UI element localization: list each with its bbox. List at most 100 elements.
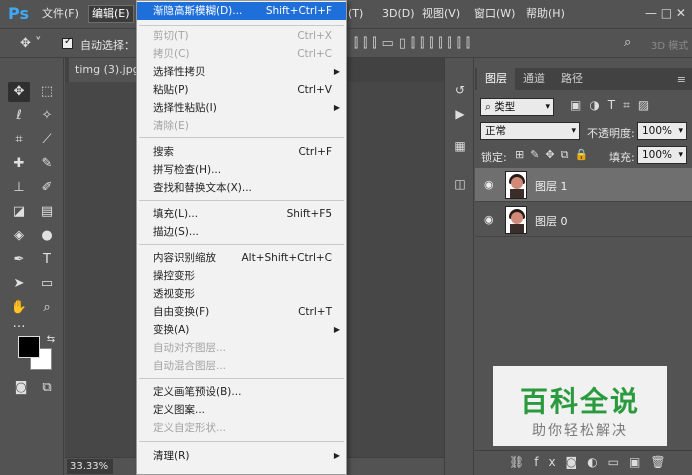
swap-colors-icon[interactable]: ⇆ <box>40 330 62 350</box>
layer-name: 图层 0 <box>535 215 568 228</box>
menu-item-free-transform[interactable]: 自由变换(F) Ctrl+T <box>137 303 346 321</box>
zoom-icon[interactable]: ⌕ <box>36 298 58 318</box>
menu-help[interactable]: 帮助(H) <box>526 6 565 22</box>
menu-item-paste[interactable]: 粘贴(P) Ctrl+V <box>137 81 346 99</box>
menu-item-label: 描边(S)... <box>153 226 199 238</box>
menu-item-paste-special[interactable]: 选择性粘贴(I) ▶ <box>137 99 346 117</box>
menu-item-shortcut: Alt+Shift+Ctrl+C <box>241 252 333 264</box>
filter-type-icons[interactable]: ▣◑T⌗▨ <box>570 98 657 113</box>
magic-wand-icon[interactable]: ✧ <box>36 106 58 126</box>
type-icon[interactable]: T <box>36 250 58 270</box>
more-tools-icon[interactable]: … <box>8 314 30 334</box>
blend-mode-select[interactable]: 正常 ▾ <box>480 122 580 140</box>
rectangle-icon[interactable]: ▭ <box>36 274 58 294</box>
menu-item-copy-special[interactable]: 选择性拷贝 ▶ <box>137 63 346 81</box>
move-tool-icon[interactable]: ✥ ˅ <box>20 36 42 51</box>
menu-item-label: 自动对齐图层... <box>153 342 227 354</box>
menu-item-label: 定义画笔预设(B)... <box>153 386 242 398</box>
actions-play-icon[interactable]: ▶ <box>452 106 468 122</box>
menu-item-define-pattern[interactable]: 定义图案... <box>137 401 346 419</box>
menu-window[interactable]: 窗口(W) <box>474 6 515 22</box>
clone-stamp-icon[interactable]: ⊥ <box>8 178 30 198</box>
healing-brush-icon[interactable]: ✚ <box>8 154 30 174</box>
tab-layers[interactable]: 图层 <box>477 68 515 90</box>
dodge-icon[interactable]: ● <box>36 226 58 246</box>
history-brush-icon[interactable]: ✐ <box>36 178 58 198</box>
history-icon[interactable]: ↺ <box>452 82 468 98</box>
menu-item-copy[interactable]: 拷贝(C) Ctrl+C <box>137 45 346 63</box>
3d-mode-label[interactable]: 3D 模式 <box>651 37 688 52</box>
menu-separator <box>139 200 344 201</box>
menu-item-define-custom-shape[interactable]: 定义自定形状... <box>137 419 346 437</box>
gradient-icon[interactable]: ▤ <box>36 202 58 222</box>
menu-item-fade-gaussian-blur[interactable]: 渐隐高斯模糊(D)... Shift+Ctrl+F <box>137 2 346 20</box>
layer-actions-icons[interactable]: ⛓fx◙◐▭▣🗑 <box>509 455 676 469</box>
menu-edit[interactable]: 编辑(E) <box>88 5 134 23</box>
menu-item-define-brush[interactable]: 定义画笔预设(B)... <box>137 383 346 401</box>
layer-thumbnail <box>505 206 527 234</box>
lasso-icon[interactable]: ℓ <box>8 106 30 126</box>
brush-icon[interactable]: ✎ <box>36 154 58 174</box>
filter-kind-select[interactable]: ⌕ 类型 ▾ <box>480 98 554 116</box>
menu-item-label: 透视变形 <box>153 288 195 300</box>
auto-select-checkbox[interactable] <box>62 36 73 49</box>
menu-item-fill[interactable]: 填充(L)... Shift+F5 <box>137 205 346 223</box>
properties-icon[interactable]: ▦ <box>452 138 468 154</box>
zoom-level[interactable]: 33.33% <box>67 459 113 474</box>
visibility-eye-icon[interactable]: ◉ <box>484 213 494 226</box>
screen-mode-icon[interactable]: ⧉ <box>36 378 58 398</box>
menu-item-label: 操控变形 <box>153 270 195 282</box>
fill-field[interactable]: 100% ▾ <box>637 146 687 164</box>
tab-paths[interactable]: 路径 <box>553 68 591 90</box>
opacity-field[interactable]: 100% ▾ <box>637 122 687 140</box>
menu-item-label: 查找和替换文本(X)... <box>153 182 252 194</box>
chevron-down-icon: ▾ <box>571 126 576 136</box>
move-icon[interactable]: ✥ <box>8 82 30 102</box>
panel-menu-icon[interactable]: ≡ <box>677 73 686 86</box>
menu-view[interactable]: 视图(V) <box>422 6 460 22</box>
menu-item-transform[interactable]: 变换(A) ▶ <box>137 321 346 339</box>
menu-item-label: 选择性拷贝 <box>153 66 206 78</box>
document-tab[interactable]: timg (3).jpg <box>69 58 146 82</box>
visibility-eye-icon[interactable]: ◉ <box>484 178 494 191</box>
menu-item-cut[interactable]: 剪切(T) Ctrl+X <box>137 27 346 45</box>
menu-item-clear[interactable]: 清除(E) <box>137 117 346 135</box>
foreground-color-swatch[interactable] <box>18 336 40 358</box>
menu-item-auto-align-layers[interactable]: 自动对齐图层... <box>137 339 346 357</box>
marquee-icon[interactable]: ⬚ <box>36 82 58 102</box>
menu-file[interactable]: 文件(F) <box>42 6 79 22</box>
menu-item-puppet-warp[interactable]: 操控变形 <box>137 267 346 285</box>
layer-row[interactable]: ◉ 图层 1 <box>475 168 692 202</box>
menu-item-search[interactable]: 搜索 Ctrl+F <box>137 143 346 161</box>
menu-item-purge[interactable]: 清理(R) ▶ <box>137 447 346 465</box>
menu-3d[interactable]: 3D(D) <box>382 6 415 22</box>
layer-row[interactable]: ◉ 图层 0 <box>475 203 692 237</box>
menu-item-t[interactable]: (T) <box>348 6 363 22</box>
menu-item-shortcut: Shift+Ctrl+F <box>265 5 332 17</box>
eraser-icon[interactable]: ◪ <box>8 202 30 222</box>
auto-select-label: 自动选择： <box>80 39 135 52</box>
lock-label: 锁定: <box>481 151 507 164</box>
blur-icon[interactable]: ◈ <box>8 226 30 246</box>
eyedropper-icon[interactable]: ⟋ <box>36 130 58 150</box>
path-selection-icon[interactable]: ➤ <box>8 274 30 294</box>
pen-icon[interactable]: ✒ <box>8 250 30 270</box>
menu-item-label: 剪切(T) <box>153 30 189 42</box>
lock-icons[interactable]: ⊞✎✥⧉🔒 <box>515 148 594 162</box>
menu-item-auto-blend-layers[interactable]: 自动混合图层... <box>137 357 346 375</box>
search-icon[interactable]: ⌕ <box>624 35 631 50</box>
menu-item-spell-check[interactable]: 拼写检查(H)... <box>137 161 346 179</box>
menu-item-stroke[interactable]: 描边(S)... <box>137 223 346 241</box>
search-icon: ⌕ <box>485 101 495 113</box>
menu-item-label: 内容识别缩放 <box>153 252 216 264</box>
menu-item-perspective-warp[interactable]: 透视变形 <box>137 285 346 303</box>
quick-mask-icon[interactable]: ◙ <box>10 378 32 398</box>
menu-item-content-aware-scale[interactable]: 内容识别缩放 Alt+Shift+Ctrl+C <box>137 249 346 267</box>
tab-channels[interactable]: 通道 <box>515 68 553 90</box>
menu-item-label: 填充(L)... <box>153 208 199 220</box>
menu-item-find-replace[interactable]: 查找和替换文本(X)... <box>137 179 346 197</box>
adjustments-icon[interactable]: ◫ <box>452 176 468 192</box>
crop-icon[interactable]: ⌗ <box>8 130 30 150</box>
window-controls[interactable]: — □ ✕ <box>645 6 686 20</box>
align-distribute-icons[interactable]: ⫿⫿⫿▭▯⫿⫿⫿⫿⫿⫿⫿ <box>354 36 475 51</box>
